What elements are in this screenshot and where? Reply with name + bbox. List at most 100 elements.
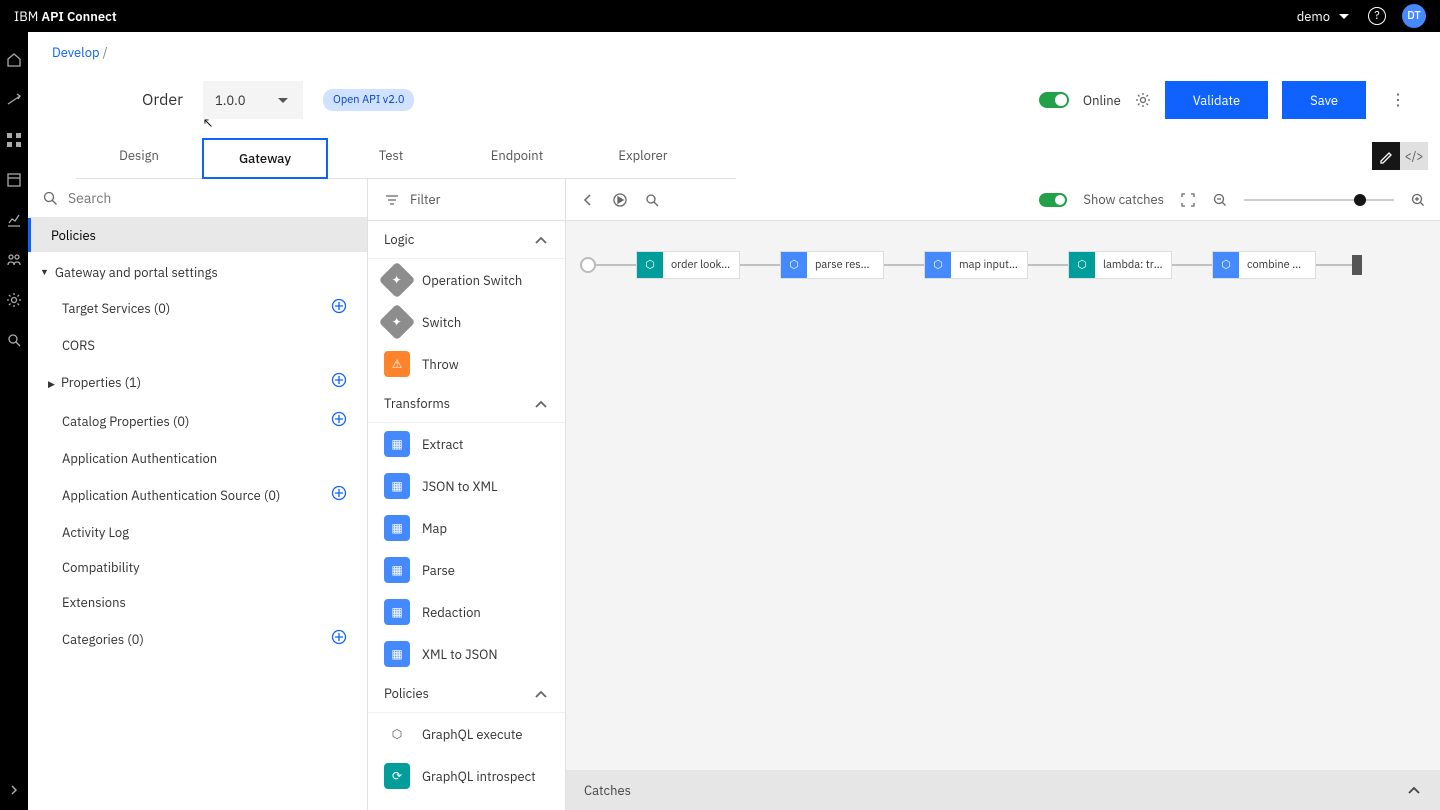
tab-test[interactable]: Test	[328, 137, 454, 178]
search-nav-icon[interactable]	[6, 332, 22, 348]
tab-design[interactable]: Design	[76, 137, 202, 178]
zoom-out-icon[interactable]	[1212, 192, 1228, 208]
data-icon[interactable]	[6, 172, 22, 188]
search-input[interactable]	[68, 189, 353, 207]
back-icon[interactable]	[580, 192, 596, 208]
tree-item[interactable]: Categories (0)	[28, 620, 367, 659]
palette-item[interactable]: ⬡GraphQL execute	[368, 713, 565, 755]
caret-right-icon: ▶	[48, 379, 57, 390]
policy-palette: Filter Logic✦Operation Switch✦Switch⚠Thr…	[368, 179, 566, 810]
home-icon[interactable]	[6, 52, 22, 68]
chevron-up-icon	[533, 686, 549, 702]
chevron-up-icon	[533, 232, 549, 248]
members-icon[interactable]	[6, 252, 22, 268]
palette-group-header[interactable]: Transforms	[368, 385, 565, 423]
flow-end-node[interactable]	[1352, 255, 1362, 275]
node-label: order lookup	[663, 258, 739, 272]
palette-item[interactable]: ▦Map	[368, 507, 565, 549]
tab-explorer[interactable]: Explorer	[580, 137, 706, 178]
show-catches-toggle[interactable]	[1039, 193, 1067, 207]
flow-node[interactable]: ⬡map input to lam...	[924, 251, 1028, 279]
add-icon[interactable]	[331, 411, 347, 432]
settings-sidepanel: Policies ▼ Gateway and portal settings T…	[28, 179, 368, 810]
flow-node[interactable]: ⬡parse response	[780, 251, 884, 279]
flow-node[interactable]: ⬡order lookup	[636, 251, 740, 279]
palette-item[interactable]: ▦Extract	[368, 423, 565, 465]
tree-group-header[interactable]: ▼ Gateway and portal settings	[28, 256, 367, 289]
node-type-icon: ⬡	[1069, 252, 1095, 278]
apps-icon[interactable]	[6, 132, 22, 148]
add-icon[interactable]	[331, 485, 347, 506]
tree-item[interactable]: Compatibility	[28, 550, 367, 585]
palette-item[interactable]: ✦Switch	[368, 301, 565, 343]
overflow-menu-icon[interactable]: ⋮	[1380, 90, 1416, 110]
breadcrumb: Develop /	[52, 44, 1416, 61]
develop-icon[interactable]	[6, 92, 22, 108]
palette-group-header[interactable]: Logic	[368, 221, 565, 259]
tree-item[interactable]: Extensions	[28, 585, 367, 620]
brand: IBM API Connect	[14, 8, 117, 25]
expand-nav-icon[interactable]	[6, 782, 22, 798]
flow-start-node[interactable]	[580, 257, 596, 273]
tree-item[interactable]: ▶ Properties (1)	[28, 363, 367, 402]
node-label: combine data for...	[1239, 258, 1315, 272]
node-label: parse response	[807, 258, 883, 272]
node-type-icon: ⬡	[1213, 252, 1239, 278]
left-nav	[0, 32, 28, 810]
user-dropdown[interactable]: demo	[1297, 8, 1352, 25]
validate-button[interactable]: Validate	[1165, 81, 1268, 119]
canvas-search-icon[interactable]	[644, 192, 660, 208]
palette-item[interactable]: ▦Parse	[368, 549, 565, 591]
add-icon[interactable]	[331, 298, 347, 319]
chevron-up-icon	[533, 396, 549, 412]
top-header: IBM API Connect demo ? DT	[0, 0, 1440, 32]
filter-icon[interactable]	[384, 192, 400, 208]
version-dropdown[interactable]: 1.0.0	[203, 81, 303, 119]
palette-item[interactable]: ▦Redaction	[368, 591, 565, 633]
analytics-icon[interactable]	[6, 212, 22, 228]
node-type-icon: ⬡	[781, 252, 807, 278]
flow-node[interactable]: ⬡lambda: track sh...	[1068, 251, 1172, 279]
assembly-canvas[interactable]: ⬡order lookup⬡parse response⬡map input t…	[566, 221, 1440, 810]
tree-item[interactable]: Application Authentication Source (0)	[28, 476, 367, 515]
tab-endpoint[interactable]: Endpoint	[454, 137, 580, 178]
tree-item[interactable]: Activity Log	[28, 515, 367, 550]
save-button[interactable]: Save	[1282, 81, 1366, 119]
palette-item[interactable]: ▦XML to JSON	[368, 633, 565, 675]
canvas-toolbar: Show catches	[566, 179, 1440, 221]
chevron-down-icon	[1336, 8, 1352, 24]
design-mode-button[interactable]	[1372, 142, 1400, 170]
palette-group-header[interactable]: Policies	[368, 675, 565, 713]
tab-gateway[interactable]: Gateway	[202, 138, 328, 179]
tree-item[interactable]: Application Authentication	[28, 441, 367, 476]
tree-item[interactable]: Catalog Properties (0)	[28, 402, 367, 441]
palette-item[interactable]: ⟳GraphQL introspect	[368, 755, 565, 797]
zoom-in-icon[interactable]	[1410, 192, 1426, 208]
palette-item[interactable]: ✦Operation Switch	[368, 259, 565, 301]
settings-nav-icon[interactable]	[6, 292, 22, 308]
play-icon[interactable]	[612, 192, 628, 208]
online-toggle[interactable]	[1039, 92, 1069, 108]
search-icon	[42, 190, 58, 206]
settings-icon[interactable]	[1135, 92, 1151, 108]
filter-label: Filter	[410, 191, 440, 208]
breadcrumb-link[interactable]: Develop	[52, 44, 100, 61]
zoom-slider[interactable]	[1244, 199, 1394, 201]
tree-item[interactable]: CORS	[28, 328, 367, 363]
palette-item[interactable]: ⚠Throw	[368, 343, 565, 385]
avatar[interactable]: DT	[1402, 4, 1426, 28]
source-mode-button[interactable]: </>	[1400, 142, 1428, 170]
show-catches-label: Show catches	[1083, 191, 1164, 208]
tab-list: DesignGatewayTestEndpointExplorer	[76, 137, 736, 179]
catches-panel[interactable]: Catches	[566, 770, 1440, 810]
add-icon[interactable]	[331, 629, 347, 650]
palette-item[interactable]: ▦JSON to XML	[368, 465, 565, 507]
flow-node[interactable]: ⬡combine data for...	[1212, 251, 1316, 279]
node-label: lambda: track sh...	[1095, 258, 1171, 272]
sidepanel-policies-section[interactable]: Policies	[28, 218, 367, 252]
fit-view-icon[interactable]	[1180, 192, 1196, 208]
chevron-down-icon	[275, 92, 291, 108]
add-icon[interactable]	[331, 372, 347, 393]
help-icon[interactable]: ?	[1368, 7, 1386, 25]
tree-item[interactable]: Target Services (0)	[28, 289, 367, 328]
